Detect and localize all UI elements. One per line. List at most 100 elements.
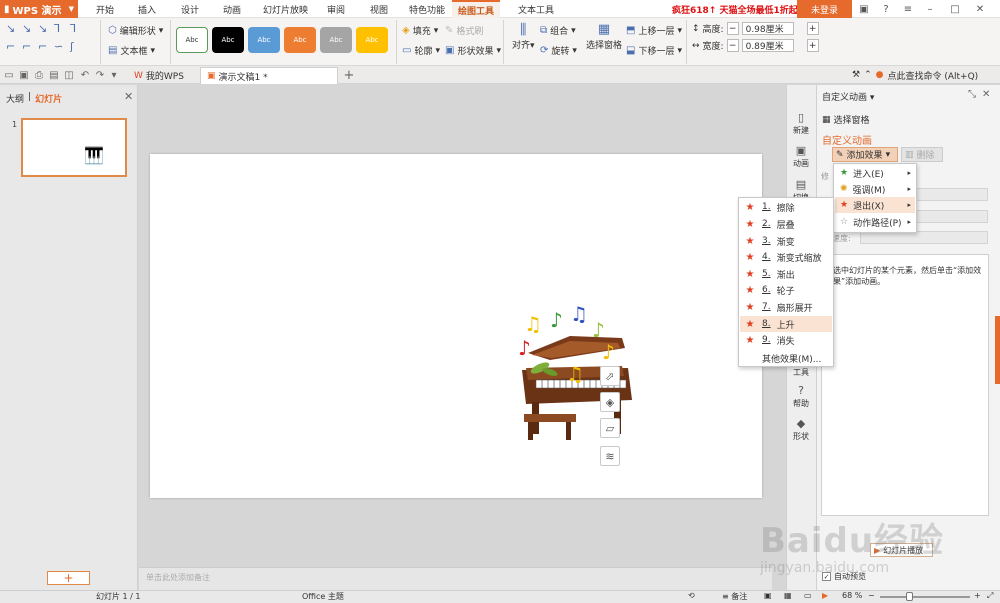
outline-float-icon[interactable]: ▱ <box>600 418 620 438</box>
undo-icon[interactable]: ↶ <box>78 66 92 84</box>
width-increase-button[interactable]: + <box>806 39 819 52</box>
help-icon[interactable]: ? <box>876 0 896 18</box>
zoom-slider-handle[interactable] <box>906 592 913 601</box>
exit-effect-item[interactable]: ★ 6. 轮子 <box>740 282 832 298</box>
tab-design[interactable]: 设计 <box>181 0 199 18</box>
height-increase-button[interactable]: + <box>806 22 819 35</box>
slide[interactable] <box>150 154 762 498</box>
edit-shape-button[interactable]: ⬡ 编辑形状 ▾ <box>108 24 163 37</box>
menu-icon[interactable]: ≡ <box>898 0 918 18</box>
notes-toggle[interactable]: ≡ 备注 <box>722 591 747 602</box>
tab-home[interactable]: 开始 <box>96 0 114 18</box>
exit-effect-item[interactable]: ★ 5. 渐出 <box>740 266 832 282</box>
chevron-down-icon[interactable]: ▾ <box>107 66 121 84</box>
height-decrease-button[interactable]: − <box>726 22 739 35</box>
tab-slides[interactable]: 幻灯片 <box>35 92 62 105</box>
shape-tool-button[interactable]: ◆ 形状 <box>786 417 816 442</box>
format-painter-button[interactable]: ✎ 格式刷 <box>445 24 483 37</box>
animation-tool-button[interactable]: ▣ 动画 <box>786 144 816 169</box>
menu-item-emphasis[interactable]: ✺ 强调(M) ▸ <box>835 181 915 197</box>
redo-icon[interactable]: ↷ <box>93 66 107 84</box>
reading-view-icon[interactable]: ▭ <box>804 591 812 600</box>
tab-review[interactable]: 审阅 <box>327 0 345 18</box>
height-input[interactable]: 0.98厘米 <box>741 22 794 35</box>
shape-style-orange[interactable]: Abc <box>284 27 316 53</box>
edit-shape-float-icon[interactable]: ⬀ <box>600 366 620 386</box>
elbow-connector-icon[interactable]: ⌐ <box>22 40 31 53</box>
exit-effect-item[interactable]: ★ 1. 擦除 <box>740 199 832 215</box>
restore-icon[interactable]: ⤡ <box>968 89 976 100</box>
fill-float-icon[interactable]: ◈ <box>600 392 620 412</box>
tab-document[interactable]: ▣ 演示文稿1 * <box>200 67 338 84</box>
line-arrow-icon[interactable]: ↘ <box>6 22 15 35</box>
preview-icon[interactable]: ◫ <box>62 66 76 84</box>
history-icon[interactable]: ⟲ <box>688 591 695 600</box>
line-arrow-icon[interactable]: ↘ <box>22 22 31 35</box>
animation-list[interactable] <box>821 254 989 516</box>
new-tool-button[interactable]: ▯ 新建 <box>786 111 816 136</box>
tab-outline[interactable]: 大纲 <box>6 92 24 105</box>
tab-slideshow[interactable]: 幻灯片放映 <box>263 0 308 18</box>
shape-effect-button[interactable]: ▣ 形状效果 ▾ <box>445 44 501 57</box>
tab-animation[interactable]: 动画 <box>223 0 241 18</box>
shape-style-blue[interactable]: Abc <box>248 27 280 53</box>
new-tab-icon[interactable]: + <box>342 66 356 84</box>
login-button[interactable]: 未登录 <box>797 0 852 18</box>
select-pane-button[interactable]: ▦ 选择窗格 <box>586 22 622 51</box>
tab-text-tools[interactable]: 文本工具 <box>518 0 554 18</box>
connector-icon[interactable]: ⅂ <box>54 22 60 35</box>
command-search[interactable]: ⚒ ⌃ ● 点此查找命令 (Alt+Q) <box>852 66 978 84</box>
delete-effect-button[interactable]: ▥ 删除 <box>901 147 943 162</box>
fill-button[interactable]: ◈ 填充 ▾ <box>402 24 438 37</box>
side-tab-strip[interactable] <box>995 316 1000 384</box>
close-icon[interactable]: ✕ <box>970 0 990 18</box>
notes-area[interactable] <box>139 567 772 590</box>
layers-icon[interactable]: ≋ <box>600 446 620 466</box>
normal-view-icon[interactable]: ▣ <box>764 591 772 600</box>
send-backward-button[interactable]: ⬓ 下移一层 ▾ <box>626 44 682 57</box>
exit-effect-item[interactable]: ★ 3. 渐变 <box>740 233 832 249</box>
tab-insert[interactable]: 插入 <box>138 0 156 18</box>
zoom-in-icon[interactable]: + <box>974 591 981 600</box>
print-icon[interactable]: ⎙ <box>32 66 46 84</box>
shape-style-black[interactable]: Abc <box>212 27 244 53</box>
task-select-pane-link[interactable]: ▦ 选择窗格 <box>822 113 870 127</box>
exit-effect-item[interactable]: ★ 9. 消失 <box>740 332 832 348</box>
tab-view[interactable]: 视图 <box>370 0 388 18</box>
bring-forward-button[interactable]: ⬒ 上移一层 ▾ <box>626 24 682 37</box>
task-pane-title[interactable]: 自定义动画 ▾ <box>822 90 874 103</box>
elbow-connector-icon[interactable]: ⌐ <box>38 40 47 53</box>
rotate-button[interactable]: ⟳ 旋转 ▾ <box>540 44 577 57</box>
open-icon[interactable]: ▭ <box>2 66 16 84</box>
tab-features[interactable]: 特色功能 <box>409 0 445 18</box>
save-icon[interactable]: ▣ <box>17 66 31 84</box>
menu-item-motion-path[interactable]: ☆ 动作路径(P) ▸ <box>835 214 915 230</box>
exit-effect-item[interactable]: ★ 8. 上升 <box>740 316 832 332</box>
tab-my-wps[interactable]: W 我的WPS <box>128 67 190 84</box>
elbow-connector-icon[interactable]: ⌐ <box>6 40 15 53</box>
curve-icon[interactable]: ∽ <box>54 40 63 53</box>
exit-effect-item[interactable]: ★ 2. 层叠 <box>740 216 832 232</box>
add-slide-button[interactable]: + <box>47 571 90 585</box>
fit-window-icon[interactable]: ⤢ <box>987 591 993 601</box>
curve-icon[interactable]: ʃ <box>70 40 74 53</box>
play-icon[interactable]: ▶ <box>822 591 828 600</box>
sorter-view-icon[interactable]: ▦ <box>784 591 792 600</box>
help-tool-button[interactable]: ? 帮助 <box>786 384 816 409</box>
zoom-out-icon[interactable]: − <box>868 591 875 600</box>
minimize-icon[interactable]: – <box>920 0 940 18</box>
exit-effect-item[interactable]: ★ 7. 扇形展开 <box>740 299 832 315</box>
close-icon[interactable]: ✕ <box>124 90 133 103</box>
shape-style-gold[interactable]: Abc <box>356 27 388 53</box>
menu-item-exit[interactable]: ★ 退出(X) ▸ <box>835 197 915 213</box>
app-menu-button[interactable]: ▮ WPS 演示 ▼ <box>0 0 78 18</box>
outline-button[interactable]: ▭ 轮廓 ▾ <box>402 44 440 57</box>
export-pdf-icon[interactable]: ▤ <box>47 66 61 84</box>
shape-gallery[interactable]: ↘ ↘ ↘ ⅂ ⅂ ⌐ ⌐ ⌐ ∽ ʃ <box>4 22 94 62</box>
maximize-icon[interactable]: □ <box>945 0 965 18</box>
skin-icon[interactable]: ▣ <box>854 0 874 18</box>
width-decrease-button[interactable]: − <box>726 39 739 52</box>
menu-item-entrance[interactable]: ★ 进入(E) ▸ <box>835 165 915 181</box>
promo-banner[interactable]: 疯狂618↑ 天猫全场最低1折起 <box>672 0 798 18</box>
exit-effect-item[interactable]: ★ 4. 渐变式缩放 <box>740 249 832 265</box>
